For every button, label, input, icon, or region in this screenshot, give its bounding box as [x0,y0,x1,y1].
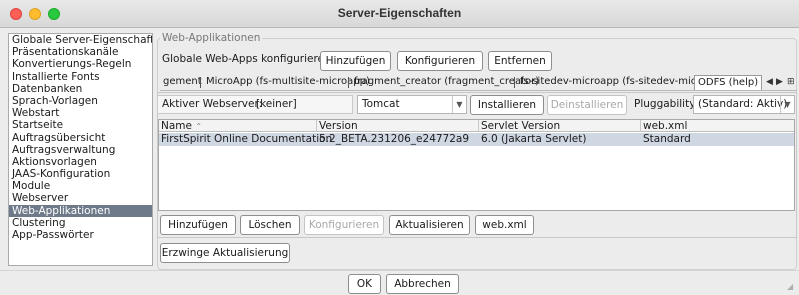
tab-management[interactable]: gement [160,75,205,90]
nav-item-webserver[interactable]: Webserver [9,192,152,204]
table-header: Name ⌃ Version Servlet Version web.xml [159,120,794,132]
ok-button[interactable]: OK [348,274,381,294]
chevron-down-icon: ▼ [780,96,794,113]
force-update-button[interactable]: Erzwinge Aktualisierung [160,243,290,263]
nav-item-auftragsuebersicht[interactable]: Auftragsübersicht [9,132,152,144]
column-header-servlet-version[interactable]: Servlet Version [479,120,641,132]
column-header-name[interactable]: Name ⌃ [159,120,317,132]
nav-item-aktionsvorlagen[interactable]: Aktionsvorlagen [9,156,152,168]
nav-item-app-passwoerter[interactable]: App-Passwörter [9,229,152,241]
nav-item-installierte-fonts[interactable]: Installierte Fonts [9,71,152,83]
nav-item-auftragsverwaltung[interactable]: Auftragsverwaltung [9,144,152,156]
webserver-type-select[interactable]: Tomcat ▼ [357,95,467,114]
chevron-down-icon: ▼ [452,96,466,113]
nav-item-datenbanken[interactable]: Datenbanken [9,83,152,95]
cell-name: FirstSpirit Online Documentation [161,133,333,145]
nav-item-clustering[interactable]: Clustering [9,217,152,229]
pluggability-value: (Standard: Aktiv) [698,98,788,110]
active-webserver-value: [keiner] [256,98,297,110]
global-configure-button[interactable]: Konfigurieren [397,51,483,71]
tab-list-menu-icon[interactable]: ⊞ [787,75,795,89]
active-webserver-box: Aktiver Webserver: [keiner] [157,95,353,114]
nav-item-sprach-vorlagen[interactable]: Sprach-Vorlagen [9,95,152,107]
nav-item-webstart[interactable]: Webstart [9,107,152,119]
cancel-button[interactable]: Abbrechen [386,274,459,294]
install-button[interactable]: Installieren [470,95,544,115]
tab-scroll-right-icon[interactable]: ▶ [776,75,783,89]
resize-grip-icon[interactable]: ◢ [787,283,795,291]
webapp-tabs: gement MicroApp (fs-multisite-microapp) … [160,75,797,91]
group-title: Web-Applikationen [160,32,263,44]
webapp-table[interactable]: Name ⌃ Version Servlet Version web.xml F… [158,119,795,211]
global-remove-button[interactable]: Entfernen [488,51,552,71]
add-webapp-button[interactable]: Hinzufügen [160,215,236,235]
update-webapp-button[interactable]: Aktualisieren [389,215,470,235]
global-webapps-label: Globale Web-Apps konfigurieren: [162,53,335,65]
pluggability-label: Pluggability: [634,98,699,110]
settings-category-list[interactable]: Globale Server-Eigenschaften Präsentatio… [8,33,153,266]
tab-separator [348,77,349,88]
webxml-button[interactable]: web.xml [475,215,534,235]
nav-item-startseite[interactable]: Startseite [9,119,152,131]
nav-item-konvertierungs-regeln[interactable]: Konvertierungs-Regeln [9,58,152,70]
tab-odfs-help[interactable]: ODFS (help) [694,75,763,90]
nav-item-praesentationskanaele[interactable]: Präsentationskanäle [9,46,152,58]
webserver-type-value: Tomcat [362,98,400,110]
tab-scroll-left-icon[interactable]: ◀ [766,75,773,89]
tab-separator [200,77,201,88]
tab-separator [514,77,515,88]
nav-item-jaas-konfiguration[interactable]: JAAS-Konfiguration [9,168,152,180]
column-header-webxml[interactable]: web.xml [641,120,794,132]
active-webserver-label: Aktiver Webserver: [162,98,263,110]
delete-webapp-button[interactable]: Löschen [240,215,300,235]
table-row[interactable]: FirstSpirit Online Documentation 5.2_BET… [159,133,794,146]
window-title: Server-Eigenschaften [337,6,462,20]
title-bar: Server-Eigenschaften [0,0,799,28]
cell-webxml: Standard [643,133,691,145]
configure-webapp-button: Konfigurieren [304,215,384,235]
sort-ascending-icon: ⌃ [195,122,203,131]
uninstall-button: Deinstallieren [547,95,627,115]
cell-servlet-version: 6.0 (Jakarta Servlet) [481,133,587,145]
footer-divider [0,270,799,271]
nav-item-module[interactable]: Module [9,180,152,192]
cell-version: 5.2_BETA.231206_e24772a9 [319,133,470,145]
nav-item-web-applikationen[interactable]: Web-Applikationen [9,204,152,217]
global-add-button[interactable]: Hinzufügen [320,51,391,71]
column-header-version[interactable]: Version [317,120,479,132]
pluggability-select[interactable]: (Standard: Aktiv) ▼ [693,95,795,114]
nav-item-globale-server-eigenschaften[interactable]: Globale Server-Eigenschaften [9,34,152,46]
